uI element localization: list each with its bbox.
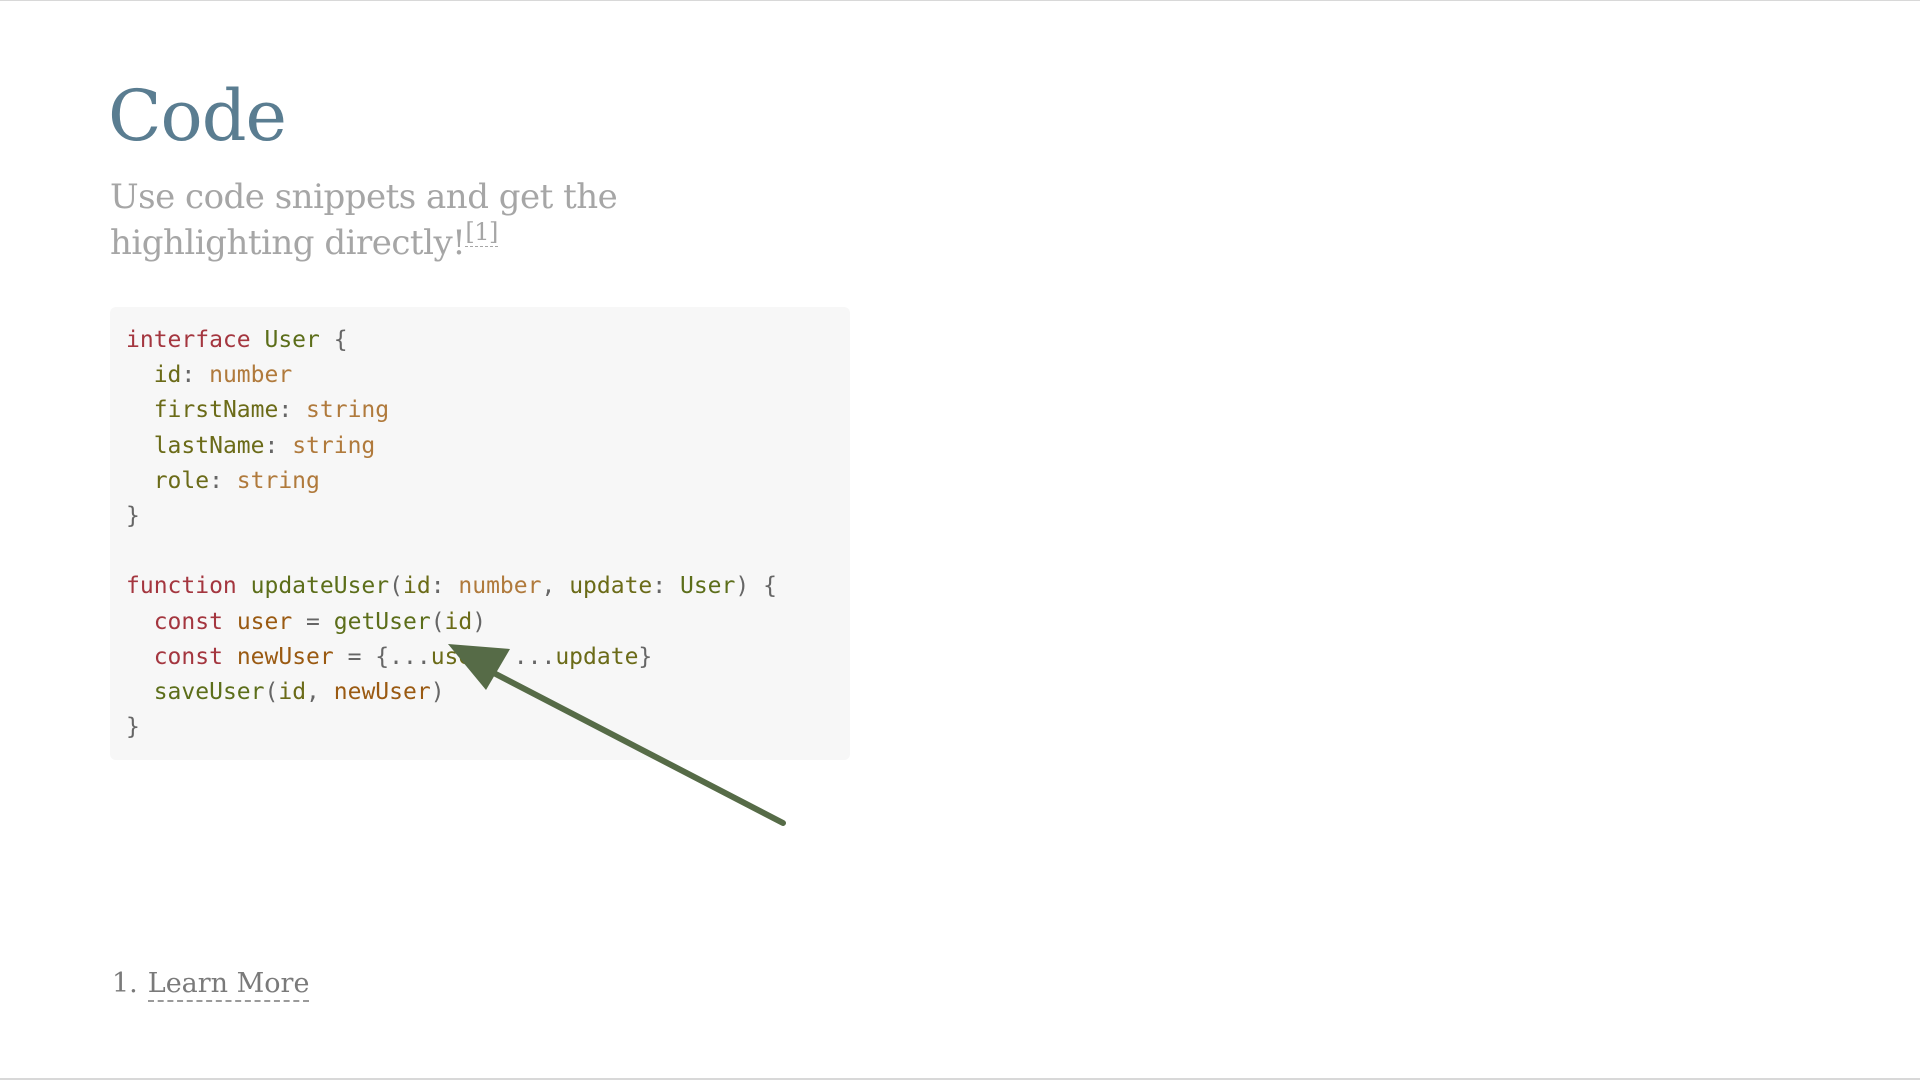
code-token: lastName: [153, 432, 265, 459]
code-token: :: [278, 397, 307, 424]
footnote-reference-link[interactable]: [1]: [465, 218, 498, 247]
code-line: interface User {: [126, 323, 834, 358]
code-token: }: [126, 502, 140, 529]
code-token: ,: [486, 643, 514, 670]
code-token: newUser: [236, 643, 334, 670]
code-token: id: [402, 573, 431, 600]
code-token: :: [181, 362, 210, 389]
code-token: {: [319, 327, 348, 353]
code-token: ) {: [735, 573, 777, 600]
code-token: newUser: [333, 678, 431, 705]
code-token: User: [264, 327, 320, 353]
code-token: ,: [306, 678, 334, 705]
code-token: firstName: [153, 397, 279, 424]
code-line: }: [126, 710, 834, 745]
code-line: }: [126, 499, 834, 534]
code-token: =: [292, 608, 334, 635]
code-line: id: number: [126, 358, 834, 393]
code-token: (: [430, 608, 445, 635]
code-token: ): [472, 608, 487, 635]
code-line: role: string: [126, 464, 834, 499]
code-token: user: [236, 608, 293, 635]
code-line: const newUser = {...user, ...update}: [126, 640, 834, 675]
code-token: ...: [513, 643, 556, 670]
code-token: user: [430, 643, 487, 670]
code-token: id: [153, 362, 182, 389]
code-token: }: [126, 714, 140, 741]
code-token: ): [430, 678, 445, 705]
code-token: {...: [375, 643, 431, 670]
code-token: =: [333, 643, 376, 670]
code-line: saveUser(id, newUser): [126, 675, 834, 710]
code-token: }: [638, 643, 653, 670]
code-block: interface User { id: number firstName: s…: [110, 307, 850, 760]
code-token: const: [153, 643, 223, 670]
code-token: id: [278, 678, 307, 705]
subtitle-text: Use code snippets and get the highlighti…: [110, 177, 618, 263]
code-token: getUser: [333, 608, 431, 635]
code-token: update: [555, 643, 639, 670]
code-token: update: [569, 573, 653, 600]
code-line: lastName: string: [126, 429, 834, 464]
code-token: interface: [126, 327, 251, 353]
code-token: User: [679, 573, 736, 600]
code-token: string: [236, 467, 320, 494]
code-token: id: [444, 608, 473, 635]
code-line: const user = getUser(id): [126, 605, 834, 640]
slide-content: Code Use code snippets and get the highl…: [108, 70, 1808, 266]
code-token: :: [209, 467, 237, 494]
page-subtitle: Use code snippets and get the highlighti…: [110, 174, 830, 266]
code-line: firstName: string: [126, 393, 834, 428]
top-rule: [0, 0, 1920, 1]
code-token: function: [126, 573, 237, 600]
code-token: role: [153, 467, 210, 494]
code-token: (: [389, 573, 403, 600]
code-token: :: [430, 573, 459, 600]
code-token: number: [458, 573, 542, 600]
code-token: number: [209, 362, 293, 389]
code-token: saveUser: [153, 678, 265, 705]
learn-more-link[interactable]: Learn More: [147, 968, 310, 1002]
code-token: string: [292, 432, 376, 459]
code-token: ,: [541, 573, 570, 600]
footnotes-list: 1. Learn More: [112, 964, 310, 1004]
footnote-number: 1.: [112, 968, 138, 999]
code-lines: interface User { id: number firstName: s…: [126, 323, 834, 745]
code-token: :: [652, 573, 680, 600]
code-token: string: [306, 397, 390, 424]
code-token: (: [264, 678, 279, 705]
page-title: Code: [108, 75, 287, 157]
code-line: function updateUser(id: number, update: …: [126, 569, 834, 604]
code-token: :: [264, 432, 293, 459]
code-token: const: [153, 608, 223, 635]
code-token: updateUser: [250, 573, 390, 600]
footnote-item: 1. Learn More: [112, 964, 310, 1004]
